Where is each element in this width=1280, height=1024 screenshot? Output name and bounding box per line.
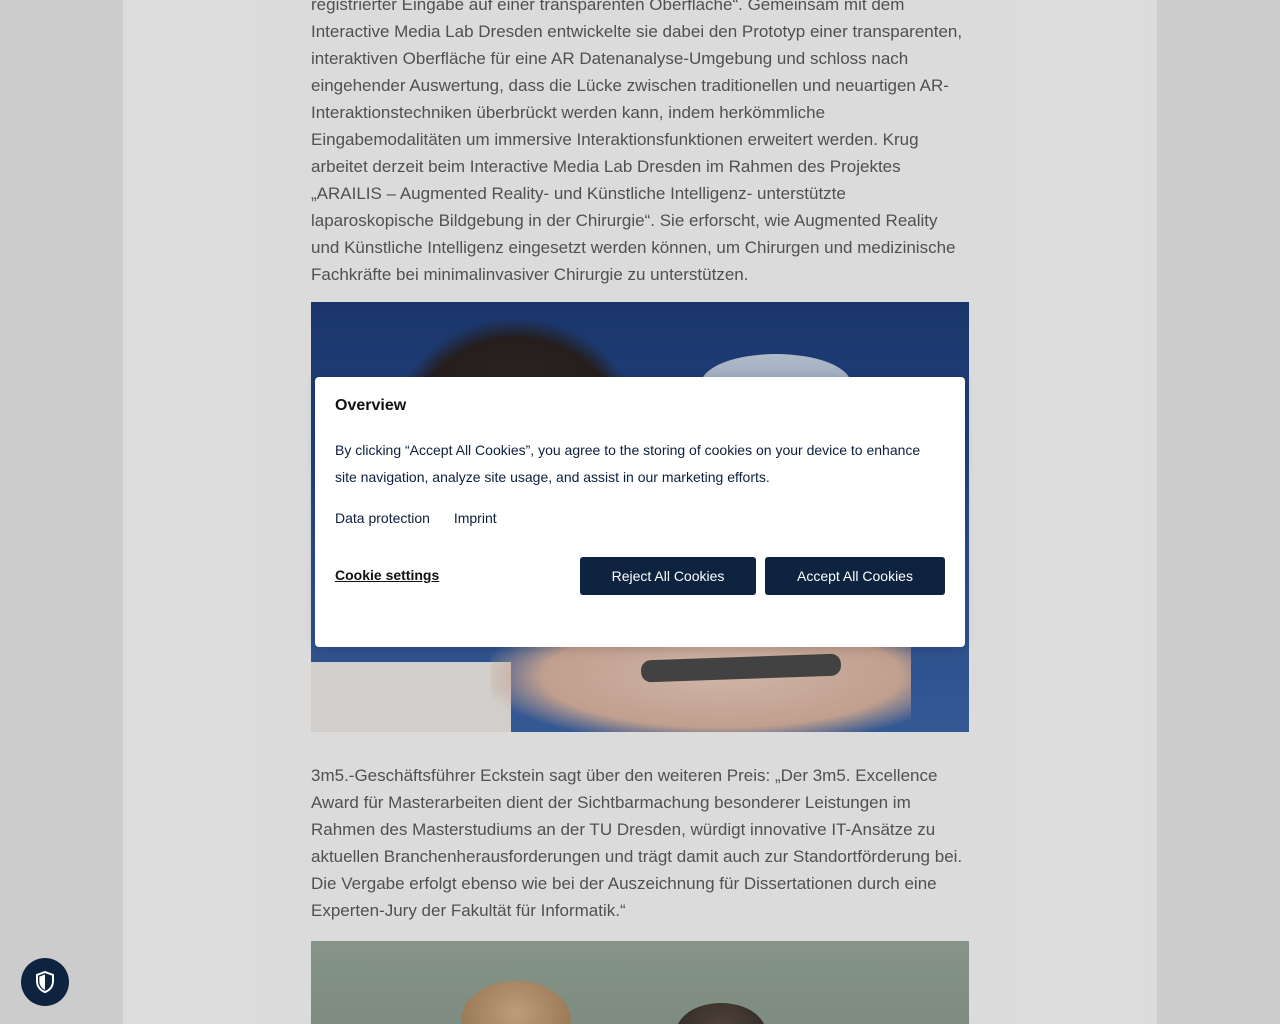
dialog-links: Data protection Imprint: [335, 510, 517, 526]
dialog-title: Overview: [335, 397, 407, 414]
data-protection-link[interactable]: Data protection: [335, 510, 430, 526]
privacy-settings-button[interactable]: [21, 958, 69, 1006]
dialog-description: By clicking “Accept All Cookies”, you ag…: [335, 437, 945, 491]
reject-all-cookies-button[interactable]: Reject All Cookies: [580, 557, 756, 595]
dialog-description-line: site navigation, analyze site usage, and…: [335, 469, 770, 485]
accept-all-cookies-button[interactable]: Accept All Cookies: [765, 557, 945, 595]
imprint-link[interactable]: Imprint: [454, 510, 497, 526]
cookie-settings-link[interactable]: Cookie settings: [335, 567, 439, 583]
shield-icon: [35, 971, 55, 993]
cookie-consent-dialog: Overview By clicking “Accept All Cookies…: [315, 377, 965, 647]
dialog-description-line: By clicking “Accept All Cookies”, you ag…: [335, 442, 921, 458]
